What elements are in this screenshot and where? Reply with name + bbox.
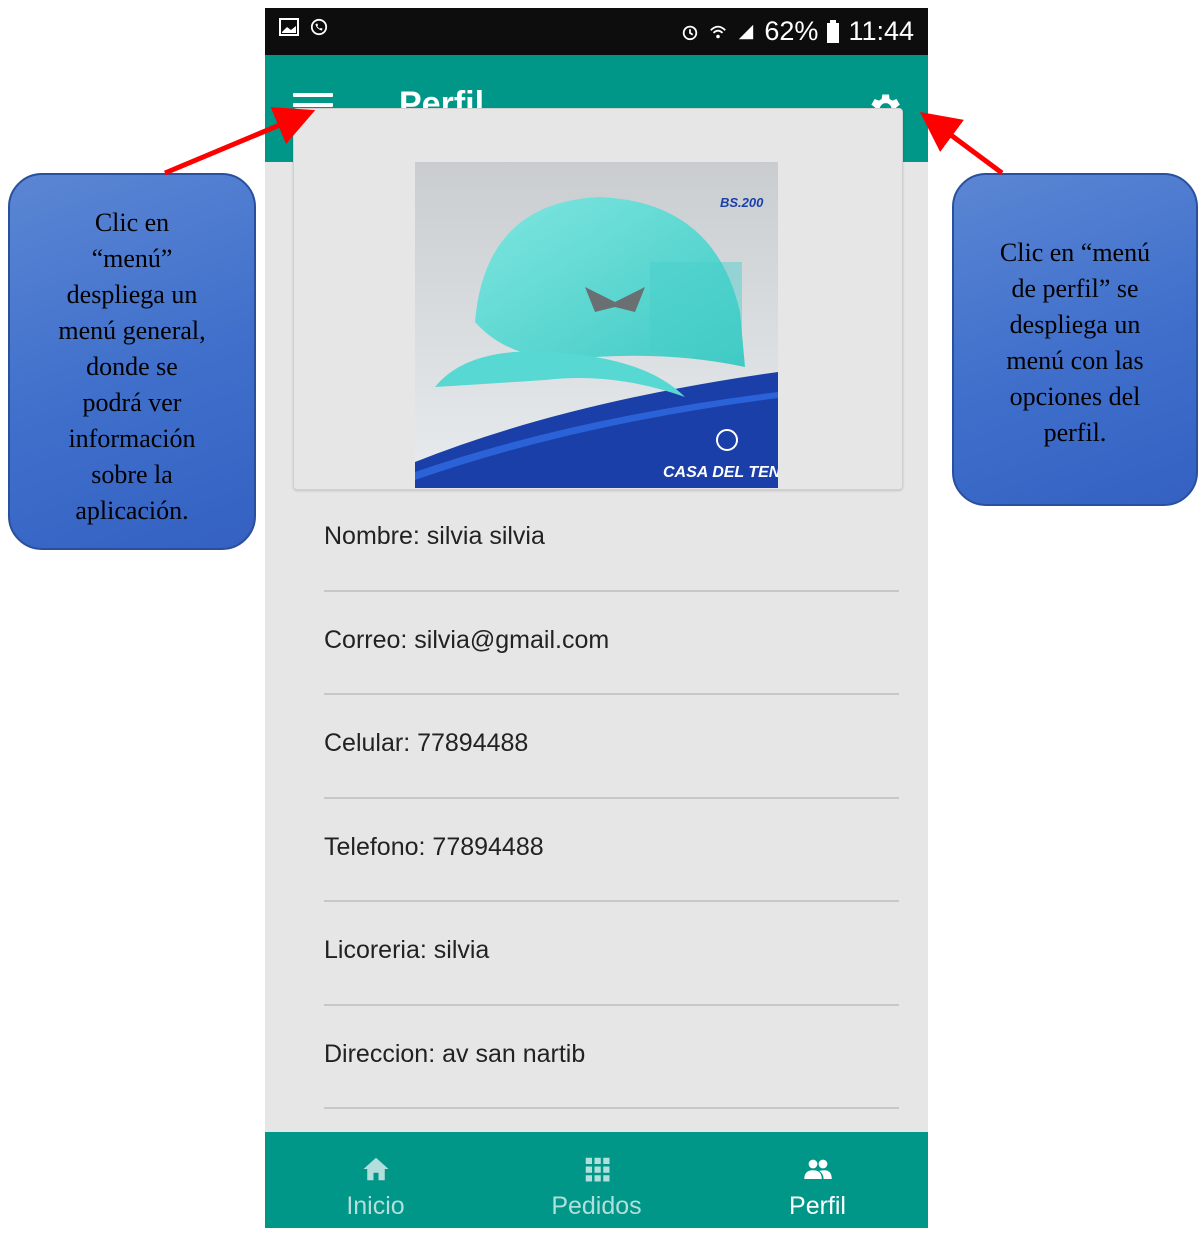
signal-icon [739,24,754,39]
battery-icon [827,19,840,43]
grid-icon [585,1157,609,1182]
phone-screen: 62% 11:44 Perfil BS.200 CASA DEL TE Nomb… [265,8,928,1228]
field-nombre: Nombre: silvia silvia [324,488,899,592]
nav-item-inicio[interactable]: Inicio [265,1132,486,1228]
nav-item-perfil[interactable]: Perfil [707,1132,928,1228]
brand-logo-text: CASA DEL TENIS [663,464,778,481]
alarm-icon [683,25,698,40]
nav-label-inicio: Inicio [346,1192,405,1220]
field-correo: Correo: silvia@gmail.com [324,592,899,695]
callout-settings-annotation: Clic en “menú de perfil” se despliega un… [952,173,1198,506]
arrow-to-settings [919,112,1004,176]
whatsapp-icon [310,18,328,36]
image-icon [279,18,299,36]
home-icon [363,1157,388,1181]
status-bar: 62% 11:44 [265,8,928,55]
hamburger-icon [293,93,333,97]
bottom-navigation: Inicio Pedidos Perfil [265,1132,928,1228]
nav-item-pedidos[interactable]: Pedidos [486,1132,707,1228]
battery-percent: 62% [764,16,819,46]
field-telefono: Telefono: 77894488 [324,799,899,902]
profile-fields: Nombre: silvia silvia Correo: silvia@gma… [324,488,899,1109]
field-direccion: Direccion: av san nartib [324,1006,899,1109]
wifi-icon [710,25,727,38]
product-image: BS.200 CASA DEL TENIS [415,162,778,488]
clock: 11:44 [848,16,914,46]
status-right: 62% 11:44 [680,16,914,47]
field-licoreria: Licoreria: silvia [324,902,899,1006]
status-left-icons [279,18,329,36]
nav-label-pedidos: Pedidos [551,1192,642,1220]
nav-label-perfil: Perfil [789,1192,846,1220]
people-icon [803,1159,832,1179]
field-celular: Celular: 77894488 [324,695,899,799]
callout-menu-annotation: Clic en “menú” despliega un menú general… [8,173,256,550]
price-tag: BS.200 [720,195,764,210]
